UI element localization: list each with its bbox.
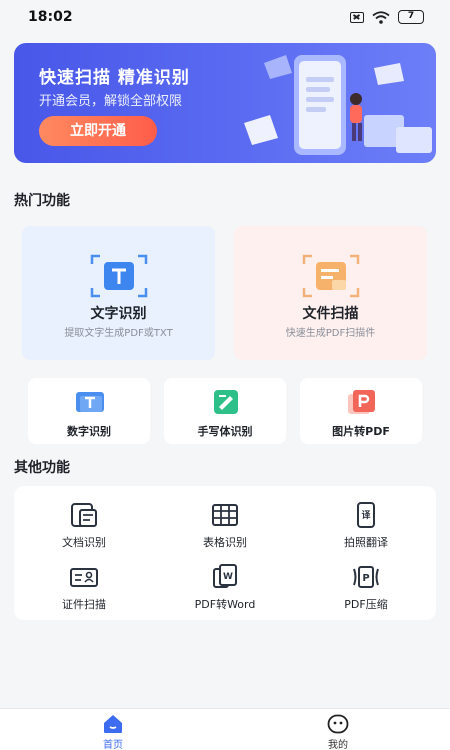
file-scan-icon	[302, 254, 360, 298]
svg-text:W: W	[223, 572, 233, 582]
other-features-title: 其他功能	[14, 460, 70, 476]
tab-home[interactable]: 首页	[83, 714, 143, 750]
home-icon	[104, 715, 122, 733]
file-scan-card[interactable]: 文件扫描 快速生成PDF扫描件	[234, 226, 427, 360]
translate-icon: 译	[357, 502, 375, 528]
text-recognition-title: 文字识别	[90, 306, 147, 322]
bottom-tab-bar: 首页 我的	[0, 708, 450, 750]
wifi-icon	[372, 10, 390, 24]
pdf-compress-label: PDF压缩	[344, 598, 388, 611]
subscribe-button[interactable]: 立即开通	[39, 116, 157, 146]
pdf-to-word-icon: W	[213, 564, 237, 588]
pdf-to-word-item[interactable]: W PDF转Word	[155, 564, 295, 612]
image-to-pdf-icon	[348, 390, 375, 414]
photo-translate-item[interactable]: 译 拍照翻译	[296, 502, 436, 550]
svg-text:译: 译	[361, 509, 371, 521]
pdf-compress-item[interactable]: P PDF压缩	[296, 564, 436, 612]
text-recognition-subtitle: 提取文字生成PDF或TXT	[64, 328, 173, 339]
svg-text:P: P	[362, 573, 369, 584]
id-scan-label: 证件扫描	[62, 598, 106, 611]
handwriting-card[interactable]: 手写体识别	[164, 378, 286, 444]
id-card-icon	[70, 568, 98, 587]
table-recognition-label: 表格识别	[203, 536, 247, 549]
id-scan-item[interactable]: 证件扫描	[14, 564, 154, 612]
file-scan-title: 文件扫描	[302, 306, 359, 322]
scanning-illustration	[244, 55, 432, 155]
banner-title: 快速扫描 精准识别	[39, 68, 190, 88]
number-recognition-card[interactable]: 数字识别	[28, 378, 150, 444]
tab-home-label: 首页	[103, 740, 123, 750]
no-sim-icon	[350, 11, 364, 23]
banner-subtitle: 开通会员，解锁全部权限	[39, 94, 183, 109]
text-recognition-icon	[90, 254, 148, 298]
number-recognition-label: 数字识别	[67, 425, 111, 438]
tab-profile-label: 我的	[328, 740, 348, 750]
pdf-compress-icon: P	[353, 566, 379, 588]
status-bar: 18:02 7	[0, 0, 450, 34]
profile-icon	[327, 714, 349, 734]
document-icon	[71, 503, 97, 527]
tab-profile[interactable]: 我的	[308, 714, 368, 750]
status-icons: 7	[350, 10, 424, 24]
photo-translate-label: 拍照翻译	[344, 536, 388, 549]
promo-banner[interactable]: 快速扫描 精准识别 开通会员，解锁全部权限 立即开通	[14, 43, 436, 163]
hot-features-title: 热门功能	[14, 193, 70, 209]
file-scan-subtitle: 快速生成PDF扫描件	[285, 328, 376, 339]
status-time: 18:02	[28, 9, 73, 25]
pdf-to-word-label: PDF转Word	[194, 598, 256, 611]
text-recognition-card[interactable]: 文字识别 提取文字生成PDF或TXT	[22, 226, 215, 360]
battery-icon: 7	[398, 10, 424, 24]
other-features-panel: 文档识别 表格识别 译 拍照翻译 证件扫描 W PDF转Word P PDF压缩	[14, 486, 436, 620]
handwriting-icon	[214, 390, 238, 414]
document-recognition-label: 文档识别	[62, 536, 106, 549]
handwriting-label: 手写体识别	[197, 425, 253, 438]
document-recognition-item[interactable]: 文档识别	[14, 502, 154, 550]
table-icon	[212, 504, 238, 526]
table-recognition-item[interactable]: 表格识别	[155, 502, 295, 550]
image-to-pdf-label: 图片转PDF	[332, 425, 390, 438]
image-to-pdf-card[interactable]: 图片转PDF	[300, 378, 422, 444]
number-recognition-icon	[76, 392, 104, 412]
